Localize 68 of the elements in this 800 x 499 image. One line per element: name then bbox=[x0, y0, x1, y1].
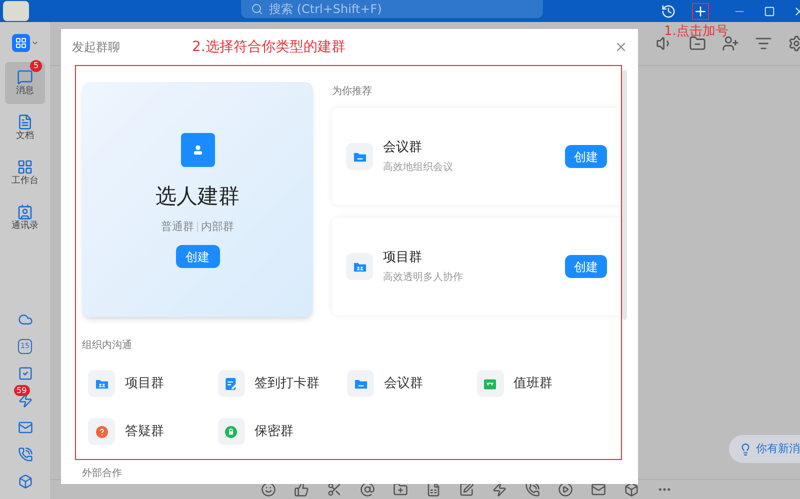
toolbar-icon[interactable] bbox=[558, 482, 573, 497]
group-description: 高效地组织会议 bbox=[383, 160, 454, 176]
toolbar-icon[interactable] bbox=[426, 482, 441, 497]
group-name: 项目群 bbox=[383, 248, 423, 267]
dialog-title: 发起群聊 bbox=[72, 39, 120, 56]
group-type-item[interactable]: 保密群 bbox=[218, 418, 347, 445]
question-icon bbox=[88, 418, 115, 445]
toolbar-icon[interactable] bbox=[327, 482, 342, 497]
lightbulb-icon bbox=[739, 442, 752, 456]
folder-icon bbox=[346, 143, 373, 170]
group-name: 会议群 bbox=[383, 138, 423, 157]
sidebar-item[interactable]: 工作台 bbox=[5, 152, 45, 194]
folder-icon bbox=[347, 370, 374, 397]
settings-icon[interactable] bbox=[788, 35, 800, 52]
section-heading: 外部合作 bbox=[81, 466, 123, 481]
add-button[interactable] bbox=[692, 2, 709, 20]
avatar[interactable] bbox=[3, 1, 29, 21]
toolbar-icon[interactable] bbox=[591, 482, 606, 497]
card-title: 选人建群 bbox=[156, 183, 240, 210]
group-type-item[interactable]: 签到打卡群 bbox=[218, 370, 347, 397]
history-icon[interactable] bbox=[661, 4, 676, 18]
toolbar-icon[interactable] bbox=[393, 482, 408, 497]
toolbar-icon[interactable] bbox=[360, 482, 375, 497]
folder-icon[interactable] bbox=[689, 35, 706, 52]
unread-badge: 59 bbox=[14, 385, 30, 396]
document-icon bbox=[17, 114, 33, 130]
toolbar-icon[interactable] bbox=[294, 482, 309, 497]
chat-icon bbox=[17, 69, 33, 85]
checkbox-icon[interactable] bbox=[18, 366, 32, 381]
box-icon[interactable] bbox=[18, 474, 32, 489]
annotation-text: 2.选择符合你类型的建群 bbox=[192, 38, 346, 56]
people-folder-icon bbox=[346, 253, 373, 280]
close-icon[interactable] bbox=[614, 40, 628, 54]
section-heading: 组织内沟通 bbox=[82, 338, 133, 353]
group-type-item[interactable]: 会议群 bbox=[347, 370, 476, 397]
note-icon bbox=[218, 370, 244, 397]
maximize-icon[interactable] bbox=[764, 6, 775, 16]
toolbar-icon[interactable] bbox=[492, 482, 507, 497]
lightning-icon[interactable] bbox=[18, 393, 32, 408]
toolbar-icon[interactable] bbox=[525, 482, 540, 497]
cloud-icon[interactable] bbox=[18, 312, 32, 327]
new-message-pill[interactable]: 你有新消 bbox=[729, 435, 800, 463]
people-folder-icon bbox=[88, 370, 115, 397]
contact-card-icon bbox=[17, 204, 33, 220]
group-tag: 内部群 bbox=[201, 218, 234, 235]
group-type-item[interactable]: 项目群 bbox=[88, 370, 218, 397]
toolbar-icon[interactable] bbox=[459, 482, 474, 497]
phone-icon[interactable] bbox=[18, 447, 32, 462]
group-type-item[interactable]: 答疑群 bbox=[88, 418, 218, 445]
sidebar-item[interactable]: 通讯录 bbox=[5, 197, 45, 239]
scrollbar[interactable] bbox=[622, 70, 627, 320]
sidebar-item[interactable]: 文档 bbox=[5, 107, 45, 149]
add-user-icon[interactable] bbox=[722, 35, 739, 52]
apps-menu-icon[interactable] bbox=[12, 34, 38, 52]
unread-badge: 5 bbox=[30, 60, 42, 72]
toolbar-icon[interactable] bbox=[624, 482, 639, 497]
person-icon bbox=[180, 133, 214, 167]
mail-icon[interactable] bbox=[18, 420, 32, 435]
annotation-text: 1.点击加号 bbox=[664, 23, 728, 41]
search-icon bbox=[251, 3, 263, 15]
lock-icon bbox=[218, 418, 244, 445]
section-heading: 为你推荐 bbox=[332, 84, 373, 99]
toolbar-icon[interactable] bbox=[261, 482, 276, 497]
sidebar-item[interactable]: 消息 5 bbox=[5, 62, 45, 104]
group-type-item[interactable]: 值班群 bbox=[476, 370, 606, 397]
grid-icon bbox=[17, 159, 33, 175]
group-description: 高效透明多人协作 bbox=[383, 270, 464, 286]
group-tag: 普通群 bbox=[161, 218, 194, 235]
